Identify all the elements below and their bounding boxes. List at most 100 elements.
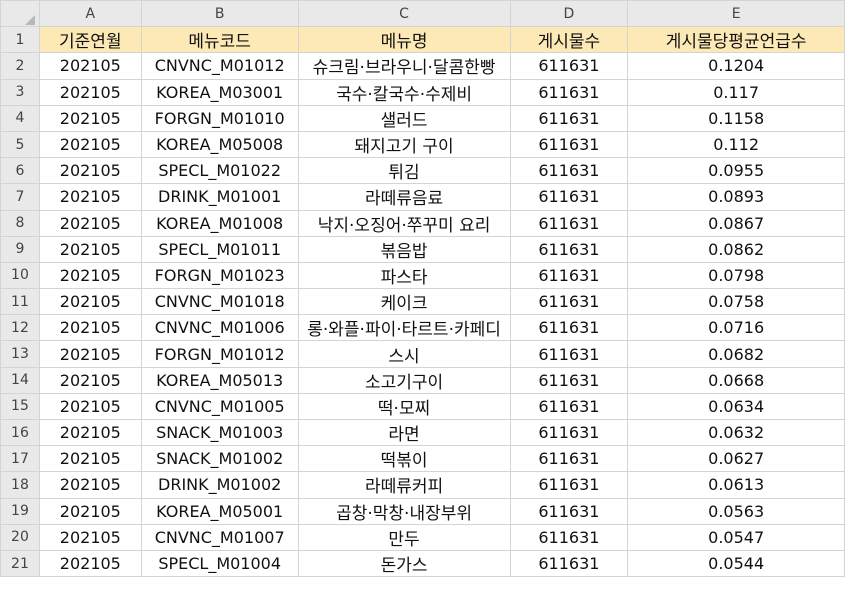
cell-menu-code[interactable]: CNVNC_M01012 [140, 52, 299, 80]
cell-avg-mentions[interactable]: 0.0893 [627, 183, 845, 211]
cell-menu-name[interactable]: 곱창·막창·내장부위 [297, 497, 511, 525]
header-cell-base-month[interactable]: 기준연월 [38, 26, 142, 54]
cell-post-count[interactable]: 611631 [509, 471, 629, 499]
column-header-a[interactable]: A [38, 0, 142, 28]
cell-base-month[interactable]: 202105 [38, 471, 142, 499]
cell-base-month[interactable]: 202105 [38, 314, 142, 342]
row-header[interactable]: 19 [0, 497, 40, 525]
row-header[interactable]: 16 [0, 418, 40, 447]
cell-avg-mentions[interactable]: 0.0955 [627, 157, 845, 185]
cell-base-month[interactable]: 202105 [38, 183, 142, 211]
cell-menu-code[interactable]: CNVNC_M01018 [140, 288, 299, 316]
cell-menu-code[interactable]: DRINK_M01001 [140, 183, 299, 211]
cell-base-month[interactable]: 202105 [38, 392, 142, 421]
cell-menu-code[interactable]: FORGN_M01023 [140, 261, 299, 290]
cell-avg-mentions[interactable]: 0.1204 [627, 52, 845, 80]
cell-menu-name[interactable]: 떡·모찌 [297, 392, 511, 421]
cell-base-month[interactable]: 202105 [38, 209, 142, 237]
cell-post-count[interactable]: 611631 [509, 314, 629, 342]
cell-avg-mentions[interactable]: 0.0634 [627, 392, 845, 421]
row-header[interactable]: 15 [0, 392, 40, 421]
cell-base-month[interactable]: 202105 [38, 445, 142, 473]
cell-post-count[interactable]: 611631 [509, 209, 629, 237]
cell-post-count[interactable]: 611631 [509, 366, 629, 394]
cell-base-month[interactable]: 202105 [38, 104, 142, 132]
row-header[interactable]: 12 [0, 314, 40, 342]
cell-avg-mentions[interactable]: 0.0682 [627, 340, 845, 368]
cell-menu-name[interactable]: 라떼류음료 [297, 183, 511, 211]
row-header[interactable]: 6 [0, 157, 40, 185]
row-header[interactable]: 4 [0, 104, 40, 132]
cell-menu-code[interactable]: KOREA_M05008 [140, 130, 299, 159]
row-header[interactable]: 7 [0, 183, 40, 211]
cell-base-month[interactable]: 202105 [38, 235, 142, 263]
cell-menu-name[interactable]: 돼지고기 구이 [297, 130, 511, 159]
row-header[interactable]: 21 [0, 549, 40, 578]
cell-menu-code[interactable]: DRINK_M01002 [140, 471, 299, 499]
cell-avg-mentions[interactable]: 0.0563 [627, 497, 845, 525]
row-header[interactable]: 11 [0, 288, 40, 316]
row-header[interactable]: 13 [0, 340, 40, 368]
cell-menu-name[interactable]: 볶음밥 [297, 235, 511, 263]
cell-base-month[interactable]: 202105 [38, 366, 142, 394]
cell-avg-mentions[interactable]: 0.0544 [627, 549, 845, 578]
column-header-b[interactable]: B [140, 0, 299, 28]
cell-menu-code[interactable]: SPECL_M01011 [140, 235, 299, 263]
cell-base-month[interactable]: 202105 [38, 261, 142, 290]
header-cell-avg-mentions[interactable]: 게시물당평균언급수 [627, 26, 845, 54]
cell-post-count[interactable]: 611631 [509, 78, 629, 106]
cell-post-count[interactable]: 611631 [509, 104, 629, 132]
row-header[interactable]: 8 [0, 209, 40, 237]
cell-menu-name[interactable]: 라면 [297, 418, 511, 447]
cell-post-count[interactable]: 611631 [509, 445, 629, 473]
cell-post-count[interactable]: 611631 [509, 549, 629, 578]
cell-avg-mentions[interactable]: 0.0862 [627, 235, 845, 263]
cell-menu-name[interactable]: 롱·와플·파이·타르트·카페디 [297, 314, 511, 342]
cell-menu-code[interactable]: SNACK_M01003 [140, 418, 299, 447]
row-header[interactable]: 2 [0, 52, 40, 80]
cell-avg-mentions[interactable]: 0.0613 [627, 471, 845, 499]
cell-avg-mentions[interactable]: 0.0716 [627, 314, 845, 342]
cell-post-count[interactable]: 611631 [509, 157, 629, 185]
cell-post-count[interactable]: 611631 [509, 392, 629, 421]
cell-post-count[interactable]: 611631 [509, 183, 629, 211]
cell-post-count[interactable]: 611631 [509, 130, 629, 159]
cell-avg-mentions[interactable]: 0.0627 [627, 445, 845, 473]
cell-post-count[interactable]: 611631 [509, 523, 629, 551]
cell-avg-mentions[interactable]: 0.0547 [627, 523, 845, 551]
cell-menu-name[interactable]: 튀김 [297, 157, 511, 185]
cell-base-month[interactable]: 202105 [38, 288, 142, 316]
cell-menu-code[interactable]: CNVNC_M01005 [140, 392, 299, 421]
cell-base-month[interactable]: 202105 [38, 497, 142, 525]
cell-menu-name[interactable]: 샐러드 [297, 104, 511, 132]
cell-post-count[interactable]: 611631 [509, 261, 629, 290]
row-header[interactable]: 5 [0, 130, 40, 159]
cell-menu-code[interactable]: SPECL_M01004 [140, 549, 299, 578]
cell-menu-code[interactable]: KOREA_M05001 [140, 497, 299, 525]
header-cell-post-count[interactable]: 게시물수 [509, 26, 629, 54]
row-header[interactable]: 20 [0, 523, 40, 551]
cell-post-count[interactable]: 611631 [509, 52, 629, 80]
cell-avg-mentions[interactable]: 0.0798 [627, 261, 845, 290]
cell-post-count[interactable]: 611631 [509, 497, 629, 525]
header-cell-menu-code[interactable]: 메뉴코드 [140, 26, 299, 54]
cell-base-month[interactable]: 202105 [38, 418, 142, 447]
cell-post-count[interactable]: 611631 [509, 235, 629, 263]
column-header-c[interactable]: C [297, 0, 511, 28]
cell-base-month[interactable]: 202105 [38, 157, 142, 185]
cell-menu-name[interactable]: 소고기구이 [297, 366, 511, 394]
row-header[interactable]: 14 [0, 366, 40, 394]
column-header-d[interactable]: D [509, 0, 629, 28]
row-header[interactable]: 17 [0, 445, 40, 473]
cell-base-month[interactable]: 202105 [38, 78, 142, 106]
cell-avg-mentions[interactable]: 0.0867 [627, 209, 845, 237]
cell-menu-code[interactable]: SPECL_M01022 [140, 157, 299, 185]
cell-menu-name[interactable]: 국수·칼국수·수제비 [297, 78, 511, 106]
row-header[interactable]: 1 [0, 26, 40, 54]
cell-menu-code[interactable]: KOREA_M03001 [140, 78, 299, 106]
cell-menu-name[interactable]: 낙지·오징어·쭈꾸미 요리 [297, 209, 511, 237]
cell-post-count[interactable]: 611631 [509, 340, 629, 368]
cell-menu-name[interactable]: 떡볶이 [297, 445, 511, 473]
row-header[interactable]: 10 [0, 261, 40, 290]
cell-menu-code[interactable]: KOREA_M05013 [140, 366, 299, 394]
